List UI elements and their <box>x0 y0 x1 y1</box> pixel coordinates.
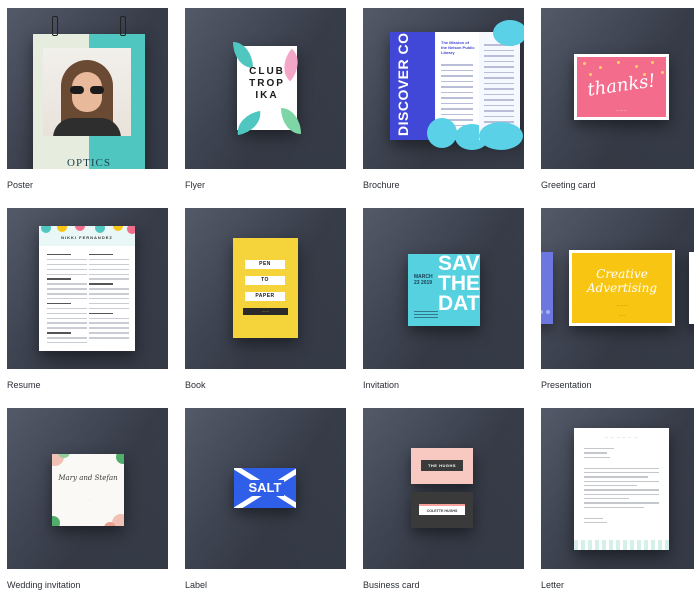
template-card-book[interactable]: PEN TO PAPER — — Book <box>185 208 346 408</box>
template-label[interactable]: Poster <box>7 180 33 190</box>
template-label[interactable]: Wedding invitation <box>7 580 80 590</box>
label-thumbnail[interactable]: SALT <box>185 408 346 569</box>
resume-preview: NIKKI FERNANDEZ <box>39 226 135 351</box>
brochure-thumbnail[interactable]: DISCOVER CONNECT GET INSPIRED The Missio… <box>363 8 524 169</box>
greeting-card-preview: thanks! — — — <box>574 54 669 120</box>
template-card-resume[interactable]: NIKKI FERNANDEZ Resume <box>7 208 168 408</box>
template-label[interactable]: Flyer <box>185 180 205 190</box>
book-title-line: TO <box>245 276 285 285</box>
book-thumbnail[interactable]: PEN TO PAPER — — <box>185 208 346 369</box>
label-title-text: SALT <box>246 480 284 496</box>
template-grid: OPTICS Poster CLUB TROP IKA · · · Flyer … <box>0 0 694 590</box>
book-title-line: PAPER <box>245 292 285 301</box>
template-label[interactable]: Label <box>185 580 207 590</box>
book-preview: PEN TO PAPER — — <box>233 238 298 338</box>
presentation-thumbnail[interactable]: Creative Advertising — — — — — <box>541 208 694 369</box>
presentation-title-text: Creative Advertising <box>586 267 658 295</box>
poster-preview: OPTICS <box>33 34 145 169</box>
business-card-front-text: THE HUGHS <box>421 460 463 471</box>
template-card-poster[interactable]: OPTICS Poster <box>7 8 168 208</box>
brochure-heading: The Mission of the Nelson Public Library <box>441 40 475 55</box>
resume-thumbnail[interactable]: NIKKI FERNANDEZ <box>7 208 168 369</box>
resume-name-text: NIKKI FERNANDEZ <box>61 235 113 240</box>
template-card-greeting-card[interactable]: thanks! — — — Greeting card <box>541 8 694 208</box>
presentation-prev-slide <box>541 252 553 324</box>
business-card-thumbnail[interactable]: THE HUGHS COLETTE HUGHS <box>363 408 524 569</box>
template-label[interactable]: Brochure <box>363 180 400 190</box>
business-card-front-preview: THE HUGHS <box>411 448 473 484</box>
greeting-card-thumbnail[interactable]: thanks! — — — <box>541 8 694 169</box>
template-label[interactable]: Book <box>185 380 206 390</box>
presentation-preview: Creative Advertising — — — — — <box>569 250 675 326</box>
business-card-back-preview: COLETTE HUGHS <box>411 492 473 528</box>
flyer-preview: CLUB TROP IKA · · · <box>233 42 308 136</box>
binder-clip-icon <box>120 16 126 36</box>
brochure-preview: DISCOVER CONNECT GET INSPIRED The Missio… <box>390 20 524 150</box>
flyer-title-text: CLUB TROP IKA <box>249 66 285 101</box>
template-card-letter[interactable]: — — — — — — Letter <box>541 408 694 590</box>
brochure-cover-text: DISCOVER CONNECT GET INSPIRED <box>395 32 411 136</box>
template-card-wedding-invitation[interactable]: Mary and Stefan · · · · · Wedding invita… <box>7 408 168 590</box>
wedding-invitation-preview: Mary and Stefan · · · · · <box>52 454 124 526</box>
template-label[interactable]: Business card <box>363 580 420 590</box>
invitation-date-text: MARCH 23 2019 <box>414 274 433 286</box>
label-preview: SALT <box>234 468 296 508</box>
template-label[interactable]: Presentation <box>541 380 592 390</box>
letter-preview: — — — — — — <box>574 428 669 550</box>
template-card-flyer[interactable]: CLUB TROP IKA · · · Flyer <box>185 8 346 208</box>
template-card-brochure[interactable]: DISCOVER CONNECT GET INSPIRED The Missio… <box>363 8 524 208</box>
presentation-next-slide <box>689 252 694 324</box>
poster-thumbnail[interactable]: OPTICS <box>7 8 168 169</box>
poster-brand-text: OPTICS <box>67 157 111 169</box>
binder-clip-icon <box>52 16 58 36</box>
wedding-invitation-thumbnail[interactable]: Mary and Stefan · · · · · <box>7 408 168 569</box>
flyer-thumbnail[interactable]: CLUB TROP IKA · · · <box>185 8 346 169</box>
invitation-preview: SAVE THE DATE MARCH 23 2019 <box>408 254 480 326</box>
invitation-thumbnail[interactable]: SAVE THE DATE MARCH 23 2019 <box>363 208 524 369</box>
template-card-presentation[interactable]: Creative Advertising — — — — — Presentat… <box>541 208 694 408</box>
book-title-line: PEN <box>245 260 285 269</box>
template-label[interactable]: Invitation <box>363 380 399 390</box>
template-card-label[interactable]: SALT Label <box>185 408 346 590</box>
business-card-back-text: COLETTE HUGHS <box>419 504 465 515</box>
poster-photo <box>43 48 131 136</box>
template-label[interactable]: Letter <box>541 580 564 590</box>
template-label[interactable]: Resume <box>7 380 41 390</box>
letter-thumbnail[interactable]: — — — — — — <box>541 408 694 569</box>
template-card-business-card[interactable]: THE HUGHS COLETTE HUGHS Business card <box>363 408 524 590</box>
template-card-invitation[interactable]: SAVE THE DATE MARCH 23 2019 Invitation <box>363 208 524 408</box>
invitation-title-text: SAVE THE DATE <box>438 254 480 315</box>
template-label[interactable]: Greeting card <box>541 180 596 190</box>
wedding-names-text: Mary and Stefan <box>58 474 118 482</box>
